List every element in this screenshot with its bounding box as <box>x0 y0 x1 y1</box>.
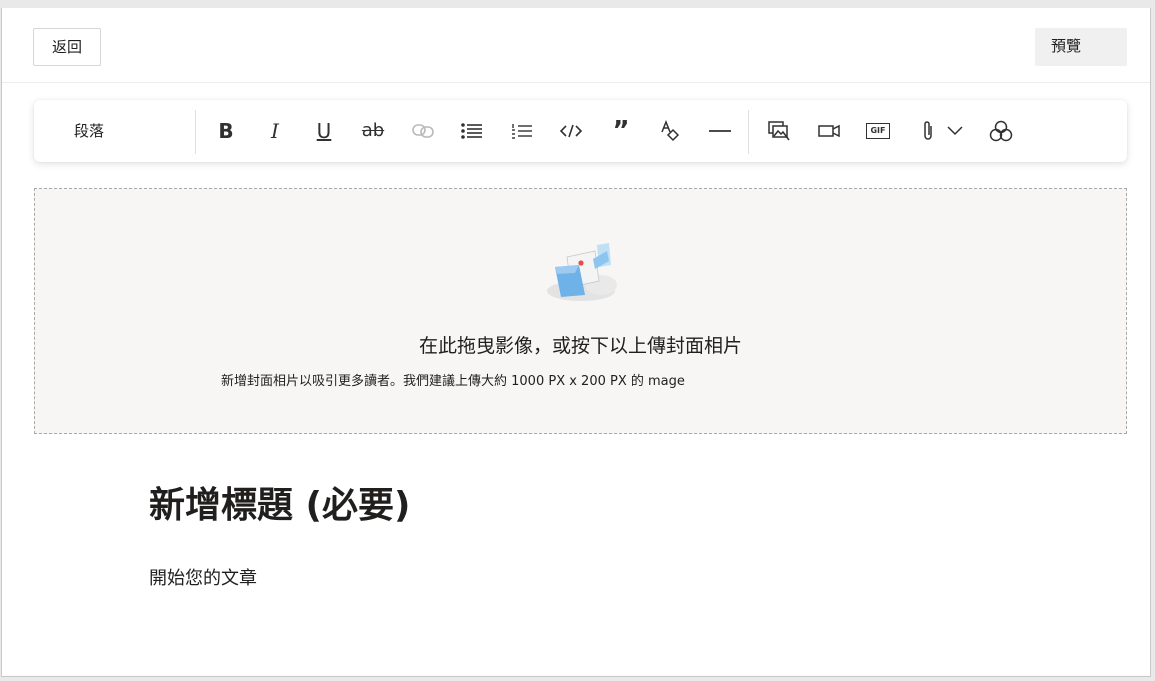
clear-formatting-button[interactable] <box>655 116 685 146</box>
video-button[interactable] <box>814 116 844 146</box>
numbered-list-icon <box>512 124 532 139</box>
cover-photo-dropzone[interactable]: 在此拖曳影像，或按下以上傳封面相片 新增封面相片以吸引更多讀者。我們建議上傳大約… <box>34 188 1127 434</box>
more-options-icon <box>989 120 1013 142</box>
bold-button[interactable]: B <box>211 116 241 146</box>
article-body-input[interactable]: 開始您的文章 <box>149 565 257 593</box>
video-icon <box>818 124 840 138</box>
bold-icon: B <box>218 119 234 143</box>
image-icon <box>768 121 790 141</box>
gif-icon: GIF <box>866 123 890 139</box>
link-icon <box>412 124 434 138</box>
strikethrough-button[interactable]: ab <box>358 116 388 146</box>
attachment-button[interactable] <box>913 116 943 146</box>
gif-button[interactable]: GIF <box>863 116 893 146</box>
bulleted-list-button[interactable] <box>457 116 487 146</box>
quote-icon: ” <box>612 116 630 146</box>
toolbar-divider <box>195 110 196 154</box>
top-bar: 返回 預覽 <box>2 8 1150 83</box>
strikethrough-icon: ab <box>361 120 385 141</box>
numbered-list-button[interactable] <box>507 116 537 146</box>
code-icon <box>560 124 582 138</box>
code-button[interactable] <box>556 116 586 146</box>
italic-icon: I <box>271 119 279 143</box>
attachment-dropdown-button[interactable] <box>940 116 970 146</box>
image-button[interactable] <box>764 116 794 146</box>
clear-formatting-icon <box>661 120 680 142</box>
link-button[interactable] <box>408 116 438 146</box>
dropzone-subtitle: 新增封面相片以吸引更多讀者。我們建議上傳大約 1000 PX x 200 PX … <box>221 374 685 389</box>
italic-button[interactable]: I <box>260 116 290 146</box>
bulleted-list-icon <box>461 123 482 139</box>
chevron-down-icon <box>947 126 963 136</box>
article-title-input[interactable]: 新增標題 (必要) <box>149 482 410 530</box>
horizontal-rule-icon <box>709 130 731 132</box>
toolbar-divider <box>748 110 749 154</box>
preview-button[interactable]: 預覽 <box>1035 28 1127 66</box>
paragraph-style-select[interactable]: 段落 <box>74 100 184 162</box>
formatting-toolbar: 段落 B I U ab ” GIF <box>34 100 1127 162</box>
editor-window: 返回 預覽 段落 B I U ab ” GIF 在此拖曳影像，或按下以上傳封面相… <box>1 8 1151 677</box>
quote-button[interactable]: ” <box>606 116 636 146</box>
dropzone-title: 在此拖曳影像，或按下以上傳封面相片 <box>418 335 742 357</box>
underline-icon: U <box>316 119 332 143</box>
underline-button[interactable]: U <box>309 116 339 146</box>
upload-illustration-icon <box>547 243 617 301</box>
horizontal-rule-button[interactable] <box>705 116 735 146</box>
back-button[interactable]: 返回 <box>33 28 101 66</box>
more-options-button[interactable] <box>986 116 1016 146</box>
attachment-icon <box>924 121 932 140</box>
